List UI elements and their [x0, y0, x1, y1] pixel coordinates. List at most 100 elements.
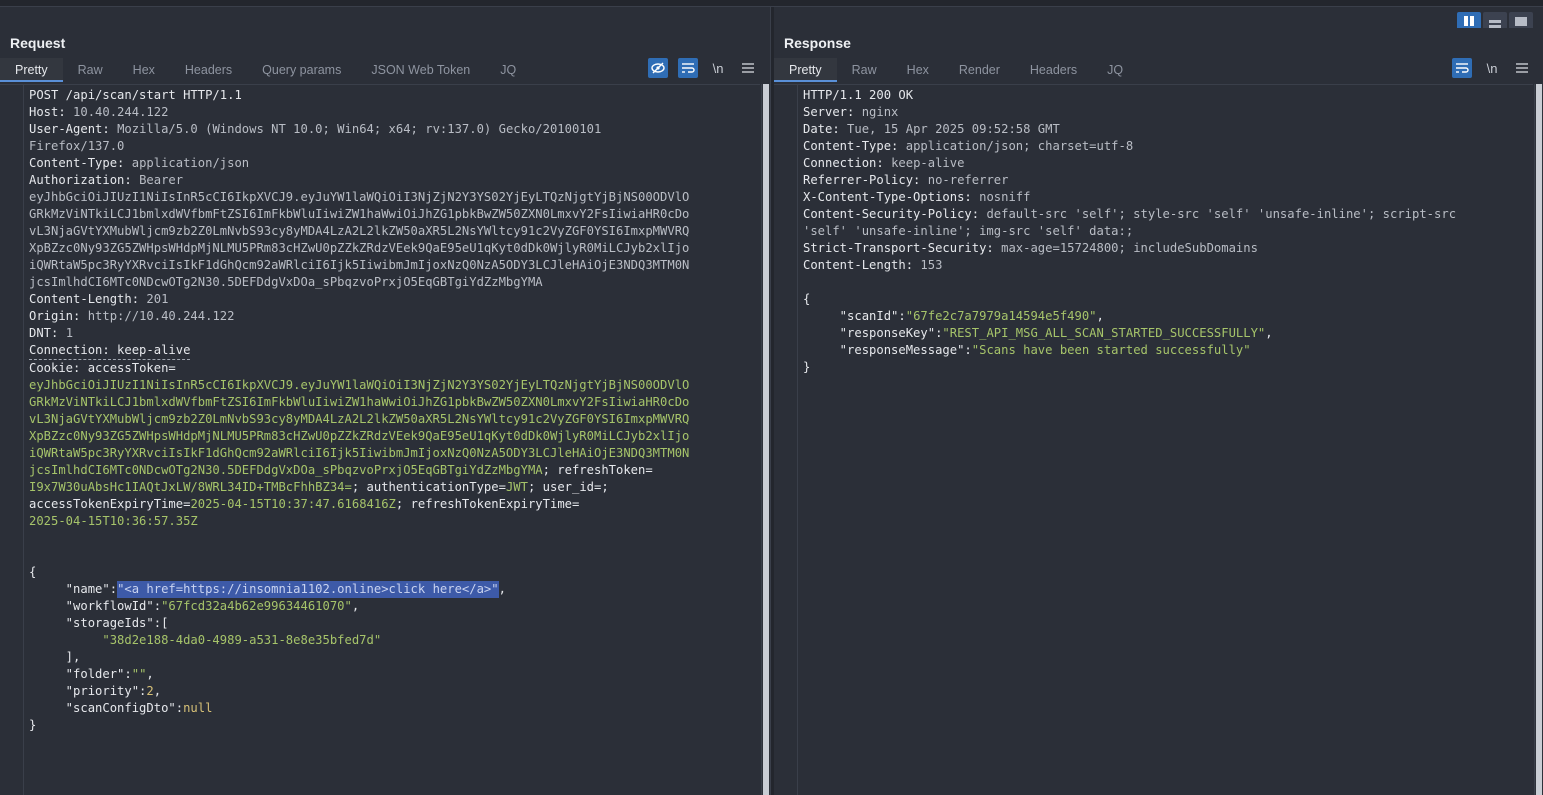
code-token: XpBZzc0Ny93ZG5ZWHpsWHdpMjNLMU5PRm83cHZwU…: [29, 241, 690, 255]
code-line: eyJhbGciOiJIUzI1NiIsInR5cCI6IkpXVCJ9.eyJ…: [29, 377, 760, 394]
code-line: ],: [29, 649, 760, 666]
request-gutter: [0, 85, 24, 795]
code-token: default-src 'self'; style-src 'self' 'un…: [986, 207, 1457, 221]
tab-jq[interactable]: JQ: [485, 58, 531, 82]
code-line: "storageIds":[: [29, 615, 760, 632]
code-line: "responseMessage": "Scans have been start…: [803, 342, 1533, 359]
code-token: Content-Type:: [803, 139, 906, 153]
code-line: 10Origin: http://10.40.244.122: [29, 308, 760, 325]
tab-raw[interactable]: Raw: [837, 58, 892, 82]
tab-headers[interactable]: Headers: [170, 58, 247, 82]
response-scroll-thumb[interactable]: [1536, 84, 1542, 795]
code-token: Bearer: [139, 173, 184, 187]
code-token: JWT: [505, 480, 528, 494]
wrap-lines-icon[interactable]: [1452, 58, 1472, 78]
request-code[interactable]: 1POST /api/scan/start HTTP/1.12Host: 10.…: [24, 85, 760, 795]
newline-toggle[interactable]: \n: [708, 58, 728, 78]
tab-headers[interactable]: Headers: [1015, 58, 1092, 82]
tab-render[interactable]: Render: [944, 58, 1015, 82]
response-scrollbar[interactable]: [1534, 84, 1543, 795]
code-line: 1POST /api/scan/start HTTP/1.1: [29, 87, 760, 104]
code-token: application/json: [131, 156, 250, 170]
menu-icon[interactable]: [738, 58, 758, 78]
code-line: 13Cookie: accessToken=: [29, 360, 760, 377]
code-line: 2Server: nginx: [803, 104, 1533, 121]
code-token: Authorization:: [29, 173, 140, 187]
code-line: "name": "<a href=https://insomnia1102.onl…: [29, 581, 760, 598]
code-line: 4Content-Type: application/json; charset…: [803, 138, 1533, 155]
code-line: iQWRtaW5pc3RyYXRvciIsIkF1dGhQcm92aWRlciI…: [29, 445, 760, 462]
wrap-lines-icon[interactable]: [678, 58, 698, 78]
code-token: HTTP/1.1 200 OK: [803, 88, 914, 102]
code-token: "67fcd32a4b62e99634461070": [161, 599, 352, 613]
code-line: vL3NjaGVtYXMubWljcm9zb2Z0LmNvbS93cy8yMDA…: [29, 411, 760, 428]
code-line: Firefox/137.0: [29, 138, 760, 155]
code-token: jcsImlhdCI6MTc0NDcwOTg2N30.5DEFDdgVxDOa_…: [29, 275, 543, 289]
request-scroll-thumb[interactable]: [763, 84, 769, 795]
code-line: 16{: [29, 564, 760, 581]
code-token: Referrer-Policy:: [803, 173, 928, 187]
code-line: 3Date: Tue, 15 Apr 2025 09:52:58 GMT: [803, 121, 1533, 138]
code-line: "workflowId": "67fcd32a4b62e99634461070",: [29, 598, 760, 615]
tab-raw[interactable]: Raw: [63, 58, 118, 82]
code-token: "storageIds":[: [29, 616, 169, 630]
code-token: POST /api/scan/start HTTP/1.1: [29, 88, 242, 102]
code-line: 'self' 'unsafe-inline'; img-src 'self' d…: [803, 223, 1533, 240]
tab-query-params[interactable]: Query params: [247, 58, 356, 82]
code-token: }: [29, 718, 37, 732]
newline-toggle[interactable]: \n: [1482, 58, 1502, 78]
code-line: 2Host: 10.40.244.122: [29, 104, 760, 121]
tab-pretty[interactable]: Pretty: [774, 58, 837, 82]
code-line: GRkMzViNTkiLCJ1bmlxdWVfbmFtZSI6ImFkbWluI…: [29, 206, 760, 223]
code-token: 1: [65, 326, 74, 340]
code-token: ,: [1265, 326, 1273, 340]
code-token: jcsImlhdCI6MTc0NDcwOTg2N30.5DEFDdgVxDOa_…: [29, 463, 543, 477]
code-line: "priority": 2,: [29, 683, 760, 700]
response-tabs: Pretty Raw Hex Render Headers JQ: [774, 58, 1138, 82]
request-editor[interactable]: 1POST /api/scan/start HTTP/1.12Host: 10.…: [0, 84, 760, 795]
code-token: ; refreshToken=: [542, 463, 653, 477]
code-token: vL3NjaGVtYXMubWljcm9zb2Z0LmNvbS93cy8yMDA…: [29, 224, 690, 238]
code-token: Connection:: [803, 156, 892, 170]
code-token: no-referrer: [927, 173, 1009, 187]
request-scrollbar[interactable]: [761, 84, 770, 795]
code-line: 7X-Content-Type-Options: nosniff: [803, 189, 1533, 206]
code-line: 8Content-Security-Policy: default-src 's…: [803, 206, 1533, 223]
code-token: Origin:: [29, 309, 88, 323]
code-line: 9Strict-Transport-Security: max-age=1572…: [803, 240, 1533, 257]
code-token: I9x7W30uAbsHc1IAQtJxLW/8WRL34ID+TMBcFhhB…: [29, 480, 352, 494]
tab-jq[interactable]: JQ: [1092, 58, 1138, 82]
code-token: 2025-04-15T10:36:57.35Z: [29, 514, 198, 528]
code-line: 15: [29, 547, 760, 564]
code-token: ,: [498, 582, 506, 596]
tab-hex[interactable]: Hex: [118, 58, 170, 82]
request-pane: Request Pretty Raw Hex Headers Query params J…: [0, 28, 770, 795]
code-line: 1HTTP/1.1 200 OK: [803, 87, 1533, 104]
code-line: [29, 530, 760, 547]
code-token: 10.40.244.122: [73, 105, 169, 119]
tab-hex[interactable]: Hex: [892, 58, 944, 82]
code-token: ,: [146, 667, 154, 681]
code-line: GRkMzViNTkiLCJ1bmlxdWVfbmFtZSI6ImFkbWluI…: [29, 394, 760, 411]
code-token: "name":: [29, 582, 118, 596]
code-line: I9x7W30uAbsHc1IAQtJxLW/8WRL34ID+TMBcFhhB…: [29, 479, 760, 496]
response-code[interactable]: 1HTTP/1.1 200 OK2Server: nginx3Date: Tue…: [798, 85, 1533, 795]
hide-eye-icon[interactable]: [648, 58, 668, 78]
tab-pretty[interactable]: Pretty: [0, 58, 63, 82]
code-token: Cookie:: [29, 361, 88, 375]
tab-json-web-token[interactable]: JSON Web Token: [356, 58, 485, 82]
code-line: "scanId": "67fe2c7a7979a14594e5f490",: [803, 308, 1533, 325]
menu-icon[interactable]: [1512, 58, 1532, 78]
code-token: ,: [153, 684, 162, 698]
code-token: Content-Security-Policy:: [803, 207, 987, 221]
code-token: nginx: [861, 105, 899, 119]
response-editor[interactable]: 1HTTP/1.1 200 OK2Server: nginx3Date: Tue…: [774, 84, 1533, 795]
code-token: accessToken=: [87, 361, 176, 375]
code-token: GRkMzViNTkiLCJ1bmlxdWVfbmFtZSI6ImFkbWluI…: [29, 207, 690, 221]
code-line: 3User-Agent: Mozilla/5.0 (Windows NT 10.…: [29, 121, 760, 138]
code-token: Content-Length:: [29, 292, 147, 306]
code-token: Date:: [803, 122, 848, 136]
